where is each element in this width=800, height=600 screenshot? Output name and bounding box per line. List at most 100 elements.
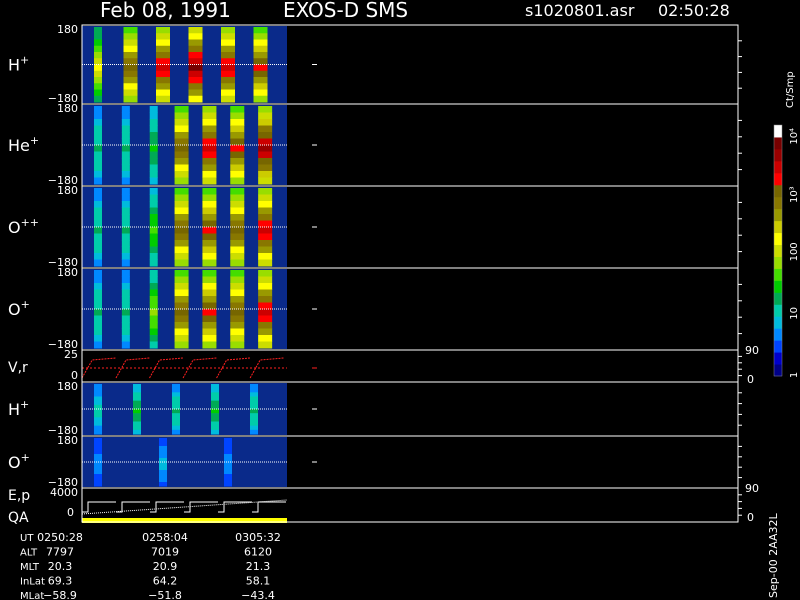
heatmap-band-cell [258,171,273,178]
heatmap-band-cell [94,164,102,172]
heatmap-band-cell [258,158,273,165]
heatmap-band-cell [202,151,217,159]
panel-frame [81,349,739,383]
heatmap-band-cell [221,64,235,72]
ephemeris-value: 0258:04 [142,531,188,544]
heatmap-band-cell [121,132,130,139]
colorbar-tick-label: 10³ [789,186,800,203]
heatmap-band-cell [174,188,189,195]
ephemeris-value: 64.2 [153,575,178,588]
heatmap-band-cell [149,309,158,316]
heatmap-band-cell [202,341,217,349]
heatmap-band-cell [174,253,189,260]
heatmap-band-cell [149,106,158,113]
colorbar-swatch [774,268,782,281]
heatmap-band-cell [121,119,130,126]
panel-0: H+180−180 [8,23,742,105]
heatmap-band-cell [159,442,167,447]
footer-note: Sep-00 2AA32L [767,512,780,598]
heatmap-band-cell [258,259,273,267]
heatmap-band-cell [224,470,232,475]
heatmap-band-cell [94,289,102,297]
heatmap-band-cell [174,322,189,329]
heatmap-band-cell [121,158,130,165]
colorbar-swatch [774,340,782,353]
heatmap-band-cell [159,466,167,471]
heatmap-band-cell [253,33,268,40]
panel-label: O+ [8,298,30,319]
ephemeris-value: 0305:32 [235,531,281,544]
heatmap-band-cell [230,296,245,303]
heatmap-band-cell [202,125,217,133]
heatmap-band-cell [174,335,189,342]
heatmap-band-cell [172,425,180,431]
heatmap-band-cell [156,27,170,34]
heatmap-band-cell [250,384,258,389]
heatmap-band-cell [156,70,170,78]
ephemeris-row-label: InLat [20,577,45,588]
heatmap-band-cell [121,138,130,146]
heatmap-band-cell [230,201,245,208]
heatmap-band-cell [121,145,130,152]
heatmap-band-cell [221,89,235,97]
heatmap-band-cell [258,341,273,349]
heatmap-band-cell [156,83,170,90]
heatmap-band-cell [202,138,217,146]
heatmap-band-cell [174,220,189,228]
heatmap-band-cell [149,158,158,165]
heatmap-band-cell [121,335,130,342]
heatmap-band-cell [211,429,219,435]
heatmap-band-cell [250,413,258,418]
heatmap-band-cell [174,214,189,221]
heatmap-band-cell [121,177,130,185]
heatmap-band-cell [230,106,245,113]
heatmap-band-cell [258,145,273,152]
heatmap-band-cell [149,227,158,234]
colorbar-swatch [774,220,782,234]
heatmap-band-cell [188,77,203,84]
heatmap-band-cell [94,106,102,113]
heatmap-band-cell [174,302,189,310]
heatmap-band-cell [258,164,273,172]
heatmap-band-cell [230,335,245,342]
heatmap-band-cell [94,446,102,451]
colorbar-swatch [774,352,782,365]
heatmap-band-cell [121,194,130,202]
heatmap-band-cell [94,283,102,290]
heatmap-band-cell [133,429,141,435]
heatmap-band-cell [258,289,273,297]
heatmap-band-cell [224,466,232,471]
heatmap-band-cell [149,151,158,159]
heatmap-band-cell [230,158,245,165]
heatmap-band-cell [121,309,130,316]
heatmap-band-cell [211,425,219,431]
y-tick-label: 4000 [50,486,78,499]
heatmap-band-cell [258,240,273,247]
heatmap-band-cell [250,392,258,397]
heatmap-band-cell [174,227,189,234]
colorbar-swatch [774,292,782,305]
heatmap-band-cell [221,95,235,103]
heatmap-band-cell [94,194,102,202]
y-tick-label: 0 [67,506,74,519]
heatmap-band-cell [258,112,273,120]
heatmap-band-cell [174,158,189,165]
heatmap-band-cell [149,201,158,208]
heatmap-band-cell [253,89,268,97]
heatmap-band-cell [230,302,245,310]
heatmap-band-cell [202,177,217,185]
heatmap-band-cell [174,270,189,277]
heatmap-band-cell [230,341,245,349]
heatmap-band-cell [149,125,158,133]
heatmap-band-cell [149,322,158,329]
heatmap-band-cell [121,207,130,215]
heatmap-band-cell [258,138,273,146]
y-tick-label: 180 [57,266,78,279]
heatmap-band-cell [258,309,273,316]
heatmap-band-cell [230,270,245,277]
ephemeris-value: 7019 [151,546,179,559]
heatmap-band-cell [94,322,102,329]
panel-label: O+ [8,451,30,472]
heatmap-band-cell [94,45,102,53]
heatmap-band-cell [230,283,245,290]
